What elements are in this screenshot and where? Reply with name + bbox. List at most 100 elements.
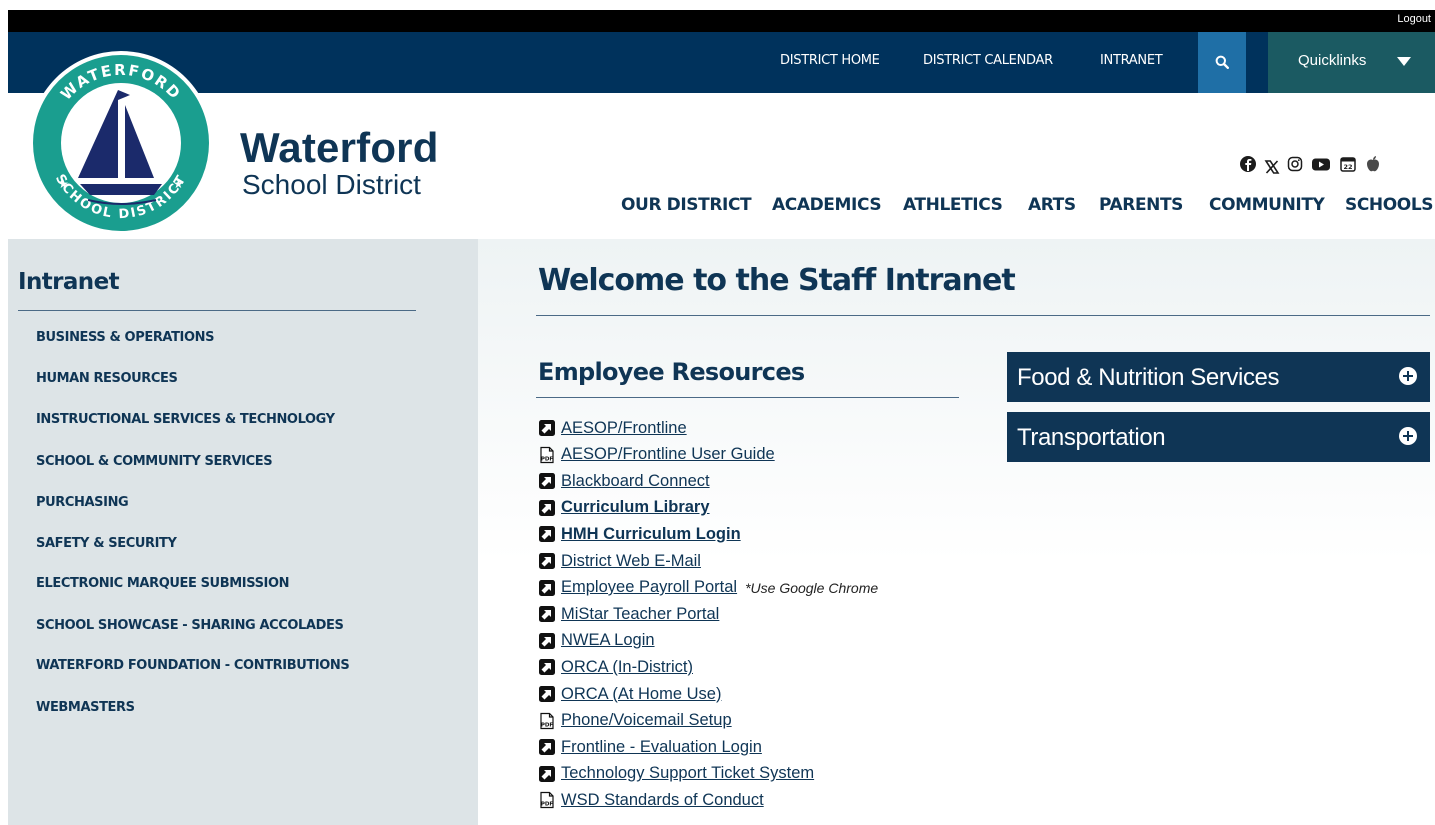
logout-link[interactable]: Logout: [1397, 13, 1431, 25]
page-title-divider: [536, 315, 1430, 316]
section-divider: [536, 397, 959, 398]
resource-item: ORCA (In-District): [538, 656, 693, 678]
svg-text:PDF: PDF: [541, 802, 554, 808]
resource-item: Technology Support Ticket System: [538, 763, 814, 785]
resource-link[interactable]: ORCA (In-District): [561, 658, 693, 677]
resource-link[interactable]: WSD Standards of Conduct: [561, 791, 764, 810]
sidebar-divider: [18, 310, 416, 311]
resource-link[interactable]: Frontline - Evaluation Login: [561, 738, 762, 757]
external-link-icon: [538, 579, 556, 597]
external-link-icon: [538, 738, 556, 756]
brand-subtitle: School District: [242, 169, 421, 200]
resource-item: PDF AESOP/Frontline User Guide: [538, 444, 775, 466]
resource-item: ORCA (At Home Use): [538, 683, 721, 705]
svg-text:PDF: PDF: [541, 722, 554, 728]
sidebar-item-business-operations[interactable]: BUSINESS & OPERATIONS: [36, 330, 214, 345]
external-link-icon: [538, 632, 556, 650]
x-icon[interactable]: [1264, 158, 1280, 176]
accordion-food-nutrition[interactable]: Food & Nutrition Services: [1007, 352, 1430, 402]
external-link-icon: [538, 685, 556, 703]
external-link-icon: [538, 419, 556, 437]
page-title: Welcome to the Staff Intranet: [538, 263, 1016, 298]
main-nav-community[interactable]: COMMUNITY: [1209, 195, 1325, 215]
external-link-icon: [538, 472, 556, 490]
pdf-icon: PDF: [538, 712, 556, 730]
calendar-icon[interactable]: 22: [1339, 155, 1357, 173]
resource-item: District Web E-Mail: [538, 550, 701, 572]
external-link-icon: [538, 605, 556, 623]
search-icon: [1215, 55, 1229, 69]
svg-text:★: ★: [58, 177, 69, 191]
resource-link[interactable]: AESOP/Frontline User Guide: [561, 445, 775, 464]
sidebar: Intranet BUSINESS & OPERATIONS HUMAN RES…: [8, 239, 478, 825]
sidebar-item-instructional-services[interactable]: INSTRUCTIONAL SERVICES & TECHNOLOGY: [36, 412, 335, 427]
resource-link[interactable]: Technology Support Ticket System: [561, 764, 814, 783]
resource-link[interactable]: Employee Payroll Portal: [561, 578, 737, 597]
main-nav-parents[interactable]: PARENTS: [1099, 195, 1183, 215]
resource-item: HMH Curriculum Login: [538, 523, 741, 545]
plus-icon: [1399, 367, 1417, 385]
resource-link[interactable]: MiStar Teacher Portal: [561, 605, 719, 624]
pdf-icon: PDF: [538, 791, 556, 809]
external-link-icon: [538, 552, 556, 570]
quicklinks-label: Quicklinks: [1298, 52, 1367, 69]
pdf-icon: PDF: [538, 446, 556, 464]
brand-name[interactable]: Waterford: [240, 126, 439, 170]
district-logo[interactable]: WATERFORD SCHOOL DISTRICT ★ ★: [28, 50, 214, 236]
resource-note: *Use Google Chrome: [745, 579, 879, 596]
top-strip: [0, 0, 1435, 10]
resource-item: MiStar Teacher Portal: [538, 603, 719, 625]
svg-text:PDF: PDF: [541, 456, 554, 462]
sidebar-item-human-resources[interactable]: HUMAN RESOURCES: [36, 371, 178, 386]
resource-item: Employee Payroll Portal *Use Google Chrom…: [538, 577, 878, 599]
main-nav-our-district[interactable]: OUR DISTRICT: [621, 195, 752, 215]
sidebar-item-waterford-foundation[interactable]: WATERFORD FOUNDATION - CONTRIBUTIONS: [36, 658, 350, 673]
section-title: Employee Resources: [538, 358, 805, 386]
main-nav-arts[interactable]: ARTS: [1028, 195, 1076, 215]
utility-link-district-home[interactable]: DISTRICT HOME: [780, 53, 880, 68]
resource-link[interactable]: Phone/Voicemail Setup: [561, 711, 732, 730]
utility-link-intranet[interactable]: INTRANET: [1100, 53, 1163, 68]
resource-item: PDF WSD Standards of Conduct: [538, 789, 764, 811]
main-nav-academics[interactable]: ACADEMICS: [772, 195, 882, 215]
resource-link[interactable]: AESOP/Frontline: [561, 419, 687, 438]
accordion-label: Transportation: [1017, 424, 1166, 451]
instagram-icon[interactable]: [1286, 155, 1304, 173]
svg-text:22: 22: [1343, 163, 1352, 171]
resource-item: NWEA Login: [538, 630, 655, 652]
sidebar-item-school-community-services[interactable]: SCHOOL & COMMUNITY SERVICES: [36, 454, 273, 469]
main-nav-athletics[interactable]: ATHLETICS: [903, 195, 1003, 215]
resource-link[interactable]: NWEA Login: [561, 631, 655, 650]
resource-item: Curriculum Library: [538, 497, 710, 519]
utility-nav: DISTRICT HOME DISTRICT CALENDAR INTRANET…: [8, 32, 1435, 93]
resource-link[interactable]: Blackboard Connect: [561, 472, 710, 491]
apple-icon[interactable]: [1364, 155, 1382, 173]
sidebar-item-webmasters[interactable]: WEBMASTERS: [36, 700, 135, 715]
sidebar-item-school-showcase[interactable]: SCHOOL SHOWCASE - SHARING ACCOLADES: [36, 618, 344, 633]
sidebar-item-safety-security[interactable]: SAFETY & SECURITY: [36, 536, 177, 551]
external-link-icon: [538, 658, 556, 676]
resource-link[interactable]: ORCA (At Home Use): [561, 685, 721, 704]
accordion-label: Food & Nutrition Services: [1017, 364, 1280, 391]
main-content: Welcome to the Staff Intranet Employee R…: [478, 239, 1435, 825]
resource-link[interactable]: District Web E-Mail: [561, 552, 701, 571]
external-link-icon: [538, 765, 556, 783]
youtube-icon[interactable]: [1311, 155, 1331, 173]
quicklinks-button[interactable]: Quicklinks: [1268, 32, 1435, 93]
sidebar-item-purchasing[interactable]: PURCHASING: [36, 495, 129, 510]
facebook-icon[interactable]: [1239, 155, 1257, 173]
sidebar-item-electronic-marquee[interactable]: ELECTRONIC MARQUEE SUBMISSION: [36, 576, 290, 591]
search-button[interactable]: [1198, 32, 1246, 93]
resource-link[interactable]: Curriculum Library: [561, 498, 710, 517]
accordion-transportation[interactable]: Transportation: [1007, 412, 1430, 462]
logout-bar: Logout: [8, 10, 1435, 32]
sidebar-title: Intranet: [18, 269, 120, 295]
resource-item: AESOP/Frontline: [538, 417, 687, 439]
resource-item: PDF Phone/Voicemail Setup: [538, 710, 732, 732]
resource-item: Frontline - Evaluation Login: [538, 736, 762, 758]
resource-link[interactable]: HMH Curriculum Login: [561, 525, 741, 544]
svg-text:★: ★: [173, 177, 184, 191]
main-nav-schools[interactable]: SCHOOLS: [1345, 195, 1434, 215]
utility-link-district-calendar[interactable]: DISTRICT CALENDAR: [923, 53, 1053, 68]
external-link-icon: [538, 525, 556, 543]
